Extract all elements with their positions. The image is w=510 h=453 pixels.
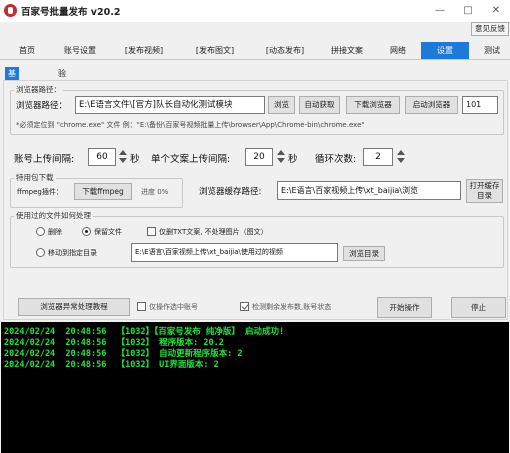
radio-move-to-dir[interactable] — [36, 248, 45, 257]
radio-move-to-dir-label: 移动到指定目录 — [48, 249, 97, 257]
download-browser-button[interactable]: 下载浏览器 — [346, 96, 400, 114]
checkbox-only-selected[interactable] — [137, 302, 146, 311]
stop-button[interactable]: 停止 — [451, 297, 506, 318]
account-interval-input[interactable]: 60 — [88, 148, 116, 166]
browse-button[interactable]: 浏览 — [268, 96, 295, 114]
loop-count-label: 循环次数: — [315, 154, 357, 165]
start-operation-button[interactable]: 开始操作 — [377, 297, 432, 318]
log-console: 2024/02/24 20:48:56 【1032】【百家号发布 纯净版】 启动… — [1, 322, 509, 453]
checkbox-only-selected-label: 仅操作选中账号 — [149, 303, 198, 311]
package-group-label: 特用包下载 — [14, 172, 56, 183]
window-title: 百家号批量发布 v20.2 — [21, 7, 121, 18]
tab-network[interactable]: 网络 — [380, 42, 416, 59]
single-interval-spinner-icon[interactable] — [276, 150, 285, 164]
browse-dir-button[interactable]: 浏览目录 — [343, 246, 385, 261]
auto-get-button[interactable]: 自动获取 — [299, 96, 340, 114]
single-interval-label: 单个文案上传间隔: — [151, 154, 231, 165]
subtab-basic-settings[interactable]: 基本设置 — [5, 67, 19, 117]
checkbox-txt-only-label: 仅删TXT文案, 不处理图片（图文） — [159, 228, 268, 236]
tab-splice-copy[interactable]: 拼接文案 — [322, 42, 372, 59]
used-files-group-label: 使用过的文件如何处理 — [14, 210, 93, 221]
browser-cache-label: 浏览器缓存路径: — [199, 187, 262, 197]
browser-path-input[interactable]: E:\E语言文件\[官方]队长自动化测试模块 — [75, 96, 265, 114]
minimize-icon[interactable]: — — [430, 3, 450, 18]
account-interval-label: 账号上传间隔: — [14, 154, 75, 165]
account-interval-spinner-icon[interactable] — [118, 150, 127, 164]
tab-account-settings[interactable]: 账号设置 — [55, 42, 105, 59]
checkbox-detect-remaining[interactable] — [240, 302, 249, 311]
browser-cache-input[interactable]: E:\E语言\百家视频上传\xt_baijia\浏览 — [277, 181, 461, 200]
tab-home[interactable]: 首页 — [8, 42, 46, 59]
browser-exception-tutorial-button[interactable]: 浏览器异常处理教程 — [18, 298, 130, 316]
tab-dynamic-publish[interactable]: [动态发布] — [256, 42, 314, 59]
tab-settings[interactable]: 设置 — [421, 42, 469, 59]
browser-path-label: 浏览器路径： — [16, 101, 68, 111]
ffmpeg-progress-text: 进度 0% — [141, 188, 169, 196]
checkbox-txt-only[interactable] — [147, 227, 156, 236]
loop-count-input[interactable]: 2 — [363, 148, 393, 166]
subtab-verify[interactable]: 验证 — [55, 67, 69, 91]
tab-divider — [0, 59, 510, 60]
browser-group-label: 浏览器路径： — [14, 84, 63, 95]
maximize-icon[interactable]: □ — [458, 3, 478, 18]
ffmpeg-label: ffmpeg插件： — [17, 188, 63, 196]
single-interval-input[interactable]: 20 — [245, 148, 273, 166]
radio-keep-files[interactable] — [82, 227, 91, 236]
radio-delete-label: 删除 — [48, 228, 62, 236]
download-ffmpeg-button[interactable]: 下载ffmpeg — [74, 183, 132, 200]
close-icon[interactable]: ✕ — [486, 3, 506, 18]
checkbox-detect-remaining-label: 检测剩余发布数,账号状态 — [252, 303, 332, 311]
browser-port-input[interactable]: 101 — [462, 96, 498, 114]
radio-delete[interactable] — [36, 227, 45, 236]
tab-publish-video[interactable]: [发布视频] — [115, 42, 173, 59]
account-interval-unit: 秒 — [130, 154, 140, 165]
main-tabs: 首页 账号设置 [发布视频] [发布图文] [动态发布] 拼接文案 网络 设置 … — [0, 42, 510, 59]
log-line: 2024/02/24 20:48:56 【1032】 UI界面版本: 2 — [4, 360, 219, 370]
tab-publish-article[interactable]: [发布图文] — [186, 42, 244, 59]
feedback-button[interactable]: 意见反馈 — [471, 22, 509, 36]
radio-keep-files-label: 保留文件 — [94, 228, 122, 236]
browser-path-hint: *必须定位到 "chrome.exe" 文件 例："E:\备份\百家号视频批量上… — [16, 121, 365, 129]
start-browser-button[interactable]: 启动浏览器 — [405, 96, 458, 114]
loop-count-spinner-icon[interactable] — [396, 150, 405, 164]
move-dir-input[interactable]: E:\E语言\百家视频上传\xt_baijia\使用过的视频 — [131, 243, 338, 262]
title-bar: 百家号批量发布 v20.2 — □ ✕ — [0, 0, 510, 22]
single-interval-unit: 秒 — [288, 154, 298, 165]
app-logo-icon — [4, 4, 17, 17]
tab-test[interactable]: 测试 — [475, 42, 509, 59]
open-cache-dir-button[interactable]: 打开缓存 目录 — [466, 179, 503, 203]
